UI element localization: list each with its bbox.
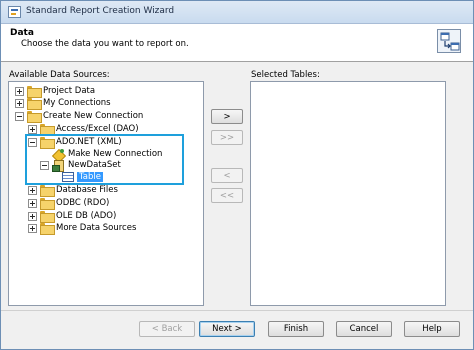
tree-item-more-data-sources[interactable]: More Data Sources [28, 222, 137, 235]
expand-icon[interactable] [15, 86, 24, 96]
folder-icon [27, 111, 42, 123]
tree-item-my-connections[interactable]: My Connections [15, 97, 111, 110]
header-title: Data [10, 28, 34, 38]
tree-item-label: Create New Connection [43, 111, 144, 121]
available-sources-label: Available Data Sources: [9, 70, 110, 80]
remove-table-button[interactable]: < [211, 168, 243, 183]
tree-item-odbc-rdo[interactable]: ODBC (RDO) [28, 197, 110, 210]
report-app-icon [8, 6, 21, 18]
folder-icon [27, 86, 42, 98]
expand-icon[interactable] [28, 211, 37, 221]
selected-tables-list[interactable] [250, 81, 446, 306]
add-table-button[interactable]: > [211, 109, 243, 124]
footer-divider [1, 310, 473, 311]
expand-icon[interactable] [28, 198, 37, 208]
title-bar[interactable]: Standard Report Creation Wizard [1, 1, 473, 24]
cancel-button[interactable]: Cancel [336, 321, 392, 337]
expand-icon[interactable] [15, 98, 24, 108]
wizard-window: Standard Report Creation Wizard Data Cho… [0, 0, 474, 350]
tree-item-label: Access/Excel (DAO) [56, 124, 139, 134]
help-button[interactable]: Help [404, 321, 460, 337]
add-all-tables-button[interactable]: >> [211, 130, 243, 145]
folder-icon [40, 211, 55, 223]
folder-icon [40, 185, 55, 197]
selected-tables-label: Selected Tables: [251, 70, 320, 80]
tree-item-project-data[interactable]: Project Data [15, 85, 96, 98]
back-button[interactable]: < Back [139, 321, 195, 337]
tree-item-ole-db-ado[interactable]: OLE DB (ADO) [28, 210, 117, 223]
expand-icon[interactable] [28, 124, 37, 134]
expand-icon[interactable] [28, 223, 37, 233]
tree-item-database-files[interactable]: Database Files [28, 184, 118, 197]
folder-icon [40, 124, 55, 136]
remove-all-tables-button[interactable]: << [211, 188, 243, 203]
tree-item-create-new-connection[interactable]: Create New Connection [15, 110, 144, 123]
folder-icon [27, 98, 42, 110]
expand-icon[interactable] [28, 185, 37, 195]
tree-item-label: OLE DB (ADO) [56, 211, 117, 221]
tree-item-label: Project Data [43, 86, 96, 96]
data-step-icon [437, 29, 461, 53]
next-button[interactable]: Next > [199, 321, 255, 337]
header-subtitle: Choose the data you want to report on. [21, 39, 189, 49]
wizard-header: Data Choose the data you want to report … [1, 24, 473, 62]
tree-item-label: More Data Sources [56, 223, 137, 233]
window-title: Standard Report Creation Wizard [26, 6, 175, 16]
callout-highlight [25, 134, 184, 185]
collapse-icon[interactable] [15, 111, 24, 121]
folder-icon [40, 198, 55, 210]
available-sources-tree[interactable]: Project Data My Connections Create New C… [8, 81, 204, 306]
tree-item-label: My Connections [43, 98, 111, 108]
tree-item-label: Database Files [56, 185, 118, 195]
tree-item-label: ODBC (RDO) [56, 198, 110, 208]
folder-icon [40, 223, 55, 235]
finish-button[interactable]: Finish [268, 321, 324, 337]
